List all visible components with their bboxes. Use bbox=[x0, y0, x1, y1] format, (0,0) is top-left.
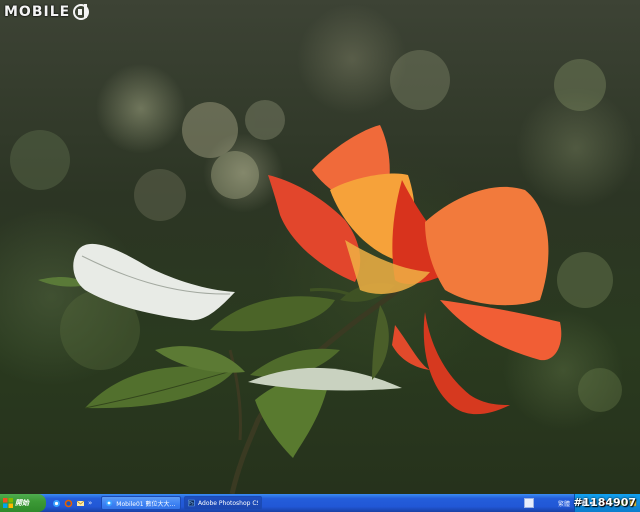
taskbar-button-photoshop[interactable]: Ps Adobe Photoshop CS3... bbox=[184, 496, 263, 510]
windows-flag-icon bbox=[3, 498, 13, 508]
mobile01-logo-icon bbox=[73, 4, 90, 20]
firefox-icon[interactable] bbox=[64, 499, 73, 508]
taskbar: 開始 » Mobile01 數位大大... Ps Adobe Photoshop… bbox=[0, 494, 640, 512]
start-button[interactable]: 開始 bbox=[0, 494, 46, 512]
ie-icon bbox=[106, 499, 113, 507]
language-bar: 繁體 bbox=[523, 498, 574, 508]
svg-text:Ps: Ps bbox=[189, 501, 194, 506]
rose-photo bbox=[10, 50, 622, 494]
watermark: MOBILE bbox=[4, 1, 90, 23]
ie-icon[interactable] bbox=[52, 499, 61, 508]
quick-launch-more-button[interactable]: » bbox=[88, 499, 92, 507]
taskbar-button-browser[interactable]: Mobile01 數位大大... bbox=[101, 496, 182, 510]
taskbar-button-label: Mobile01 數位大大... bbox=[116, 500, 176, 508]
keyboard-icon[interactable] bbox=[523, 498, 534, 508]
watermark-text: MOBILE bbox=[4, 4, 71, 20]
input-language-label[interactable]: 繁體 bbox=[558, 499, 570, 508]
photo-id-watermark: #1184907 bbox=[573, 496, 636, 509]
desktop-wallpaper: MOBILE bbox=[0, 0, 640, 494]
taskbar-button-label: Adobe Photoshop CS3... bbox=[198, 499, 258, 507]
quick-launch: » bbox=[46, 494, 98, 512]
photoshop-icon: Ps bbox=[188, 499, 195, 507]
outlook-icon[interactable] bbox=[76, 499, 85, 508]
start-label: 開始 bbox=[15, 499, 29, 507]
